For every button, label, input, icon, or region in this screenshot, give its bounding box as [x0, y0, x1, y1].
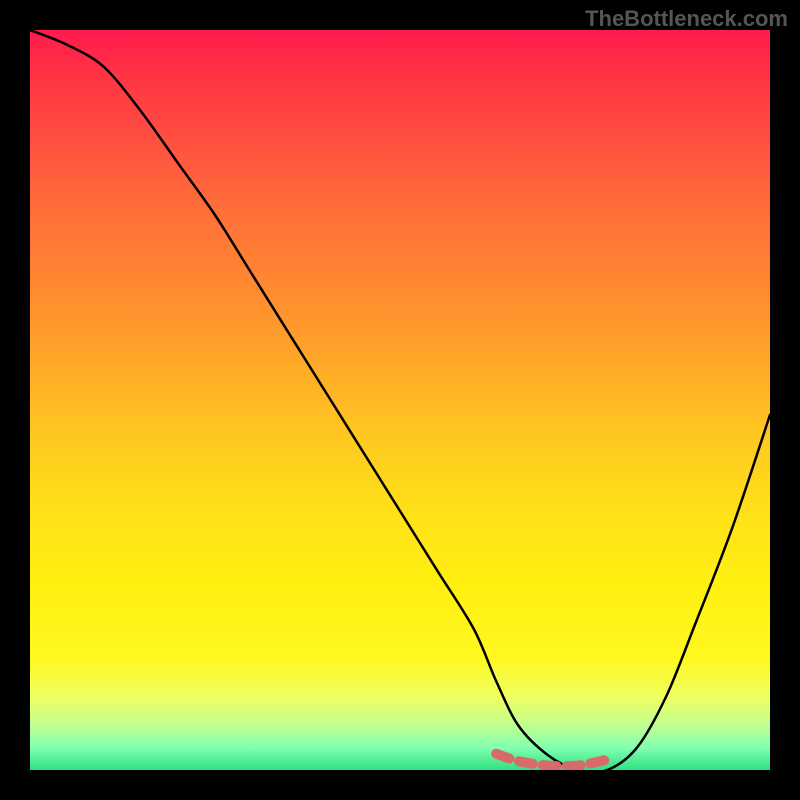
watermark-text: TheBottleneck.com	[585, 6, 788, 32]
chart-svg	[30, 30, 770, 770]
plot-area	[30, 30, 770, 770]
bottleneck-curve	[30, 30, 770, 770]
highlight-segment	[496, 754, 607, 766]
chart-container: TheBottleneck.com	[0, 0, 800, 800]
